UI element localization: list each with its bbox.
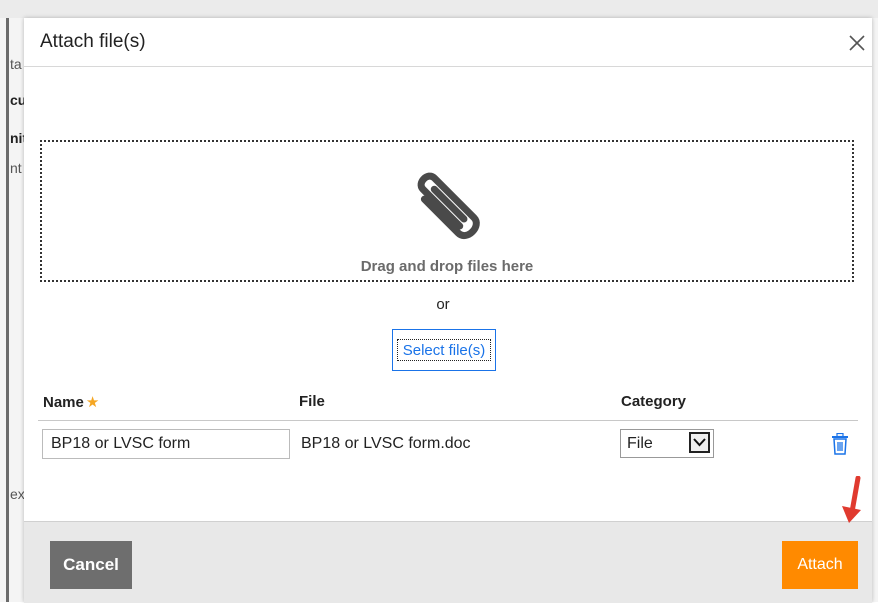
close-icon[interactable]	[846, 32, 868, 54]
cancel-button[interactable]: Cancel	[50, 541, 132, 589]
attach-button[interactable]: Attach	[782, 541, 858, 589]
category-select[interactable]: File	[620, 429, 714, 458]
attach-files-dialog: Attach file(s) Drag and drop files here …	[24, 18, 872, 603]
chevron-down-icon[interactable]	[689, 432, 710, 453]
or-separator: or	[436, 296, 450, 313]
file-name-input[interactable]	[42, 429, 290, 459]
background-divider	[6, 18, 9, 602]
dialog-footer: Cancel Attach	[24, 521, 872, 603]
file-name-cell: BP18 or LVSC form.doc	[301, 435, 471, 452]
background-page: ta cu nit nt ex	[0, 18, 24, 602]
annotation-arrow-icon	[834, 475, 864, 526]
dialog-header: Attach file(s)	[24, 18, 872, 67]
background-text: ex	[10, 486, 24, 502]
category-value: File	[627, 435, 653, 452]
background-text: nit	[10, 130, 24, 146]
select-files-label: Select file(s)	[397, 339, 491, 361]
background-text: ta	[10, 56, 22, 72]
background-top-bar	[0, 0, 878, 18]
trash-icon[interactable]	[831, 432, 849, 455]
file-dropzone[interactable]: Drag and drop files here	[40, 140, 854, 282]
select-files-button[interactable]: Select file(s)	[392, 329, 496, 371]
paperclip-icon	[399, 154, 495, 250]
column-header-file: File	[299, 393, 325, 410]
background-text: cu	[10, 92, 24, 108]
dialog-title: Attach file(s)	[40, 31, 146, 52]
background-right-edge	[872, 18, 878, 602]
background-text: nt	[10, 160, 22, 176]
name-header-label: Name	[43, 394, 84, 411]
required-star-icon: ★	[85, 394, 100, 411]
table-header-divider	[38, 420, 858, 421]
column-header-category: Category	[621, 393, 687, 410]
column-header-name: Name ★	[43, 393, 99, 411]
dropzone-text: Drag and drop files here	[360, 258, 534, 275]
